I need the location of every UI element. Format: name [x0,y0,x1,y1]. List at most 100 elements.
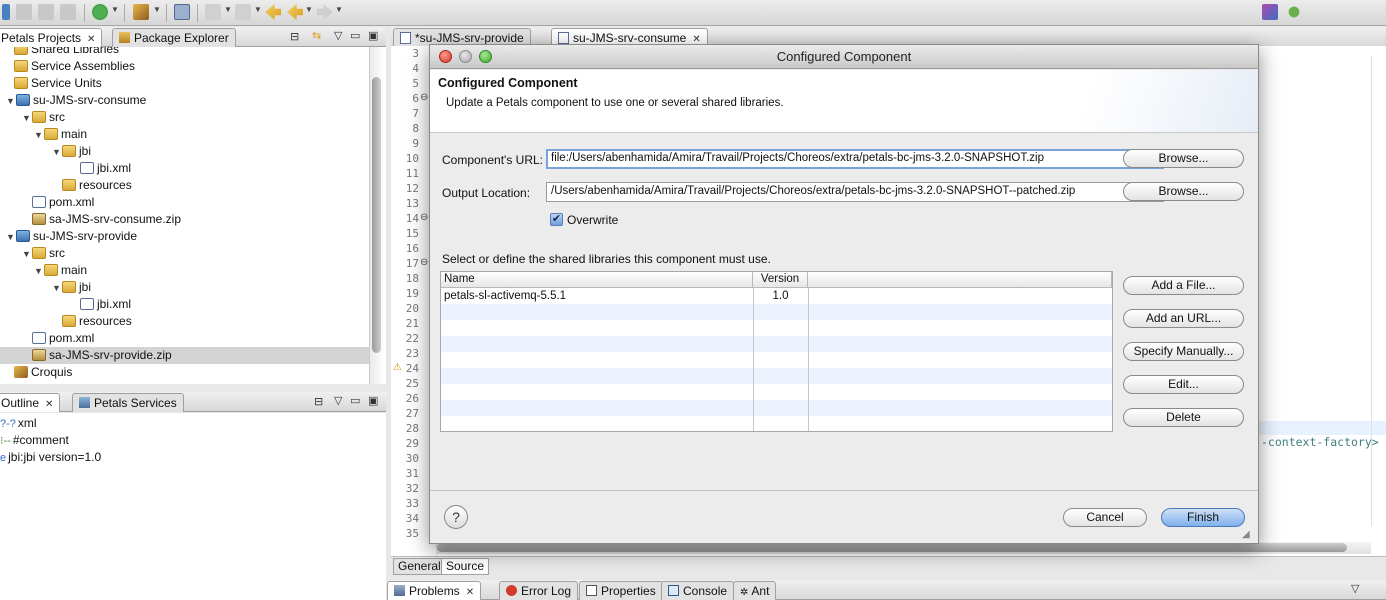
minimize-icon[interactable]: ▭ [350,29,360,42]
tree-item[interactable]: jbi.xml [0,160,369,177]
next-annotation-dropdown-icon[interactable]: ▼ [224,5,232,14]
pen-dropdown-icon[interactable]: ▼ [153,5,161,14]
finish-button[interactable]: Finish [1161,508,1245,527]
close-icon[interactable]: ✕ [466,587,474,598]
forward-dropdown-icon[interactable]: ▼ [335,5,343,14]
collapse-all-icon[interactable]: ⊟ [290,30,299,43]
new-icon[interactable] [2,4,10,20]
pen-tool-icon[interactable] [133,4,149,20]
view-menu-icon[interactable]: ▽ [334,29,342,42]
browse-component-url-button[interactable]: Browse... [1123,149,1244,168]
outline-item[interactable]: ⁝-- #comment [0,432,386,449]
tree-item[interactable]: resources [0,177,369,194]
view-menu-icon[interactable]: ▽ [1351,582,1359,595]
tree-item[interactable]: pom.xml [0,194,369,211]
tab-problems[interactable]: Problems ✕ [387,581,482,600]
tab-package-explorer[interactable]: Package Explorer [112,28,236,47]
tree-item[interactable]: ▼ src [0,245,369,262]
tree-item[interactable]: ▼ main [0,262,369,279]
tree-item[interactable]: Service Units [0,75,369,92]
tree-item[interactable]: ▼ su-JMS-srv-provide [0,228,369,245]
tab-general[interactable]: General [393,558,446,575]
tree-item[interactable]: ▼ jbi [0,143,369,160]
expand-toggle-icon[interactable]: ▼ [6,229,16,246]
tree-item[interactable]: Service Assemblies [0,58,369,75]
warning-icon[interactable]: ⚠ [393,362,402,373]
fold-toggle-icon[interactable]: ⊖ [420,212,428,223]
save-all-icon[interactable] [38,4,54,20]
expand-toggle-icon[interactable]: ▼ [22,246,32,263]
scrollbar-thumb[interactable] [372,77,381,353]
tree-item[interactable]: ▼ su-JMS-srv-consume [0,92,369,109]
fold-toggle-icon[interactable]: ⊖ [420,257,428,268]
expand-toggle-icon[interactable]: ▼ [52,280,62,297]
shared-libraries-table[interactable]: Name Version petals-sl-activemq-5.5.1 1.… [440,271,1113,432]
close-icon[interactable]: ✕ [45,399,53,410]
expand-toggle-icon[interactable]: ▼ [22,110,32,127]
resize-grip-icon[interactable]: ◢ [1242,529,1250,540]
back-icon[interactable] [287,4,303,20]
tree-item[interactable]: ▼ src [0,109,369,126]
tree-item[interactable]: sa-JMS-srv-consume.zip [0,211,369,228]
collapse-all-icon[interactable]: ⊟ [314,395,323,408]
delete-button[interactable]: Delete [1123,408,1244,427]
tab-console[interactable]: Console [661,581,735,600]
edit-button[interactable]: Edit... [1123,375,1244,394]
tab-source[interactable]: Source [441,558,490,575]
cancel-button[interactable]: Cancel [1063,508,1147,527]
link-with-editor-icon[interactable]: ⇆ [312,29,321,42]
browse-output-location-button[interactable]: Browse... [1123,182,1244,201]
scrollbar-thumb[interactable] [437,543,1347,552]
tree-item[interactable]: ▼ jbi [0,279,369,296]
print-icon[interactable] [60,4,76,20]
tab-ant[interactable]: ✲ Ant [733,581,777,600]
component-url-input[interactable]: file:/Users/abenhamida/Amira/Travail/Pro… [546,149,1164,169]
petals-perspective-icon[interactable] [1262,4,1278,20]
column-header-version[interactable]: Version [753,272,808,288]
expand-toggle-icon[interactable]: ▼ [34,127,44,144]
table-row[interactable]: petals-sl-activemq-5.5.1 1.0 [441,288,1112,304]
tree-item[interactable]: ▼ main [0,126,369,143]
tree-item[interactable]: Shared Libraries [0,47,369,58]
outline-item[interactable]: e jbi:jbi version=1.0 [0,449,386,466]
save-icon[interactable] [16,4,32,20]
previous-annotation-icon[interactable] [235,4,251,20]
tree-item[interactable]: resources [0,313,369,330]
back-dropdown-icon[interactable]: ▼ [305,5,313,14]
tree-item[interactable]: sa-JMS-srv-provide.zip [0,347,369,364]
expand-toggle-icon[interactable]: ▼ [6,93,16,110]
tab-petals-projects[interactable]: Petals Projects ✕ [0,28,103,47]
column-header-name[interactable]: Name [441,272,753,288]
add-file-button[interactable]: Add a File... [1123,276,1244,295]
next-annotation-icon[interactable] [205,4,221,20]
last-edit-location-icon[interactable] [265,4,281,20]
overwrite-checkbox[interactable]: ✔ [550,213,563,226]
expand-toggle-icon[interactable]: ▼ [52,144,62,161]
view-menu-icon[interactable]: ▽ [334,394,342,407]
run-dropdown-icon[interactable]: ▼ [111,5,119,14]
maximize-icon[interactable]: ▣ [368,29,378,42]
maximize-icon[interactable]: ▣ [368,394,378,407]
tab-error-log[interactable]: Error Log [499,581,579,600]
tree-item[interactable]: jbi.xml [0,296,369,313]
tree-item[interactable]: pom.xml [0,330,369,347]
specify-manually-button[interactable]: Specify Manually... [1123,342,1244,361]
debug-perspective-icon[interactable] [1286,4,1302,20]
output-location-input[interactable]: /Users/abenhamida/Amira/Travail/Projects… [546,182,1164,202]
open-type-icon[interactable] [174,4,190,20]
tab-properties[interactable]: Properties [579,581,663,600]
previous-annotation-dropdown-icon[interactable]: ▼ [254,5,262,14]
add-url-button[interactable]: Add an URL... [1123,309,1244,328]
minimize-icon[interactable]: ▭ [350,394,360,407]
help-button[interactable]: ? [444,505,468,529]
tab-petals-services[interactable]: Petals Services [72,393,184,412]
tree-item[interactable]: Croquis [0,364,369,381]
outline-item[interactable]: ?-? xml [0,415,386,432]
run-icon[interactable] [92,4,108,20]
project-tree-scrollbar[interactable] [369,47,383,384]
fold-toggle-icon[interactable]: ⊖ [420,92,428,103]
editor-vertical-scrollbar[interactable] [1371,56,1386,526]
tab-outline[interactable]: Outline ✕ [0,393,61,412]
forward-icon[interactable] [317,4,333,20]
expand-toggle-icon[interactable]: ▼ [34,263,44,280]
